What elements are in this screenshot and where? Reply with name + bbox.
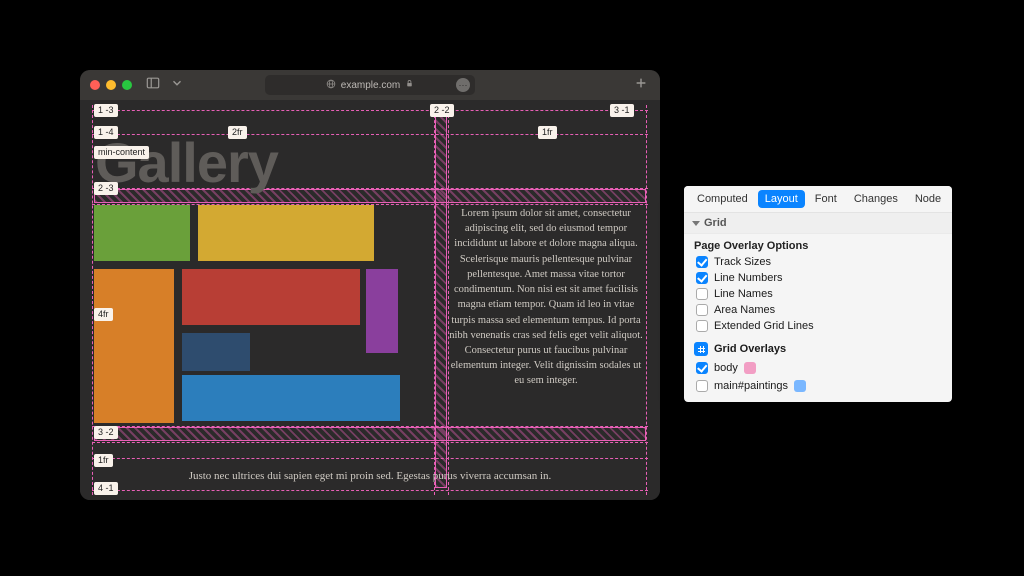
option-extended-grid-lines[interactable]: Extended Grid Lines bbox=[684, 318, 952, 334]
grid-line-tag: 3 -2 bbox=[94, 426, 118, 439]
option-area-names[interactable]: Area Names bbox=[684, 302, 952, 318]
grid-track-size-tag: 1fr bbox=[538, 126, 557, 139]
overlay-options-heading: Page Overlay Options bbox=[684, 234, 952, 254]
grid-line-horizontal bbox=[92, 490, 648, 491]
overlay-main-paintings[interactable]: main#paintings bbox=[684, 378, 952, 396]
close-window-button[interactable] bbox=[90, 80, 100, 90]
grid-line-tag: 4 -1 bbox=[94, 482, 118, 495]
toolbar-icons bbox=[146, 76, 184, 95]
checkbox[interactable] bbox=[696, 320, 708, 332]
painting-orange bbox=[94, 269, 174, 423]
option-line-numbers[interactable]: Line Numbers bbox=[684, 270, 952, 286]
overlay-label: body bbox=[714, 362, 738, 374]
painting-blue bbox=[182, 375, 400, 421]
option-track-sizes[interactable]: Track Sizes bbox=[684, 254, 952, 270]
chevron-down-icon[interactable] bbox=[170, 76, 184, 95]
option-label: Track Sizes bbox=[714, 256, 771, 268]
tab-node[interactable]: Node bbox=[908, 190, 948, 208]
safari-window: example.com ··· bbox=[80, 70, 660, 500]
grid-line-tag: 2 -2 bbox=[430, 104, 454, 117]
section-title: Grid bbox=[704, 217, 727, 229]
grid-line-vertical bbox=[646, 105, 647, 495]
grid-line-tag: 3 -1 bbox=[610, 104, 634, 117]
painting-red bbox=[182, 269, 360, 325]
checkbox[interactable] bbox=[696, 380, 708, 392]
tab-computed[interactable]: Computed bbox=[690, 190, 755, 208]
grid-section-header[interactable]: Grid bbox=[684, 213, 952, 234]
globe-icon bbox=[326, 79, 336, 92]
option-line-names[interactable]: Line Names bbox=[684, 286, 952, 302]
grid-line-tag: 1 -3 bbox=[94, 104, 118, 117]
tab-layout[interactable]: Layout bbox=[758, 190, 805, 208]
new-tab-button[interactable] bbox=[634, 76, 648, 95]
sidebar-toggle-icon[interactable] bbox=[146, 76, 160, 95]
option-label: Extended Grid Lines bbox=[714, 320, 814, 332]
checkbox[interactable] bbox=[696, 288, 708, 300]
grid-overlays-heading: Grid Overlays bbox=[684, 334, 952, 360]
inspector-tabs: Computed Layout Font Changes Node Layers bbox=[684, 186, 952, 213]
tab-changes[interactable]: Changes bbox=[847, 190, 905, 208]
painting-yellow bbox=[198, 205, 374, 261]
body-paragraph: Lorem ipsum dolor sit amet, consectetur … bbox=[448, 206, 644, 389]
grid-line-tag: 1 -4 bbox=[94, 126, 118, 139]
url-text: example.com bbox=[341, 80, 400, 91]
checkbox[interactable] bbox=[696, 256, 708, 268]
grid-line-horizontal bbox=[92, 442, 648, 443]
grid-gap-hatch bbox=[94, 427, 646, 441]
page-viewport: Gallery Lorem ipsum dolor sit amet, cons… bbox=[80, 100, 660, 500]
footer-paragraph: Justo nec ultrices dui sapien eget mi pr… bbox=[130, 470, 610, 482]
overlay-body[interactable]: body bbox=[684, 360, 952, 378]
overlays-title-text: Grid Overlays bbox=[714, 343, 786, 355]
grid-line-vertical bbox=[92, 105, 93, 495]
grid-overlays-icon bbox=[694, 342, 708, 356]
paintings-grid bbox=[94, 205, 434, 423]
lock-icon bbox=[405, 79, 414, 91]
grid-line-horizontal bbox=[92, 458, 648, 459]
overlay-label: main#paintings bbox=[714, 380, 788, 392]
checkbox[interactable] bbox=[696, 272, 708, 284]
grid-track-size-tag: 4fr bbox=[94, 308, 113, 321]
option-label: Line Names bbox=[714, 288, 773, 300]
painting-green bbox=[94, 205, 190, 261]
tab-font[interactable]: Font bbox=[808, 190, 844, 208]
url-bar[interactable]: example.com ··· bbox=[265, 75, 475, 95]
window-controls bbox=[90, 80, 132, 90]
color-swatch[interactable] bbox=[794, 380, 806, 392]
tab-layers[interactable]: Layers bbox=[951, 190, 952, 208]
grid-gap-hatch bbox=[435, 112, 447, 488]
grid-track-size-tag: 1fr bbox=[94, 454, 113, 467]
grid-line-horizontal bbox=[92, 110, 648, 111]
window-titlebar: example.com ··· bbox=[80, 70, 660, 100]
painting-purple bbox=[366, 269, 398, 353]
checkbox[interactable] bbox=[696, 304, 708, 316]
color-swatch[interactable] bbox=[744, 362, 756, 374]
painting-navy bbox=[182, 333, 250, 371]
grid-track-size-tag: min-content bbox=[94, 146, 149, 159]
checkbox[interactable] bbox=[696, 362, 708, 374]
minimize-window-button[interactable] bbox=[106, 80, 116, 90]
disclosure-triangle-icon bbox=[692, 221, 700, 226]
grid-track-size-tag: 2fr bbox=[228, 126, 247, 139]
page-settings-icon[interactable]: ··· bbox=[456, 78, 470, 92]
grid-line-tag: 2 -3 bbox=[94, 182, 118, 195]
inspector-panel: Computed Layout Font Changes Node Layers… bbox=[684, 186, 952, 402]
page-title: Gallery bbox=[95, 130, 278, 195]
option-label: Area Names bbox=[714, 304, 775, 316]
option-label: Line Numbers bbox=[714, 272, 782, 284]
zoom-window-button[interactable] bbox=[122, 80, 132, 90]
